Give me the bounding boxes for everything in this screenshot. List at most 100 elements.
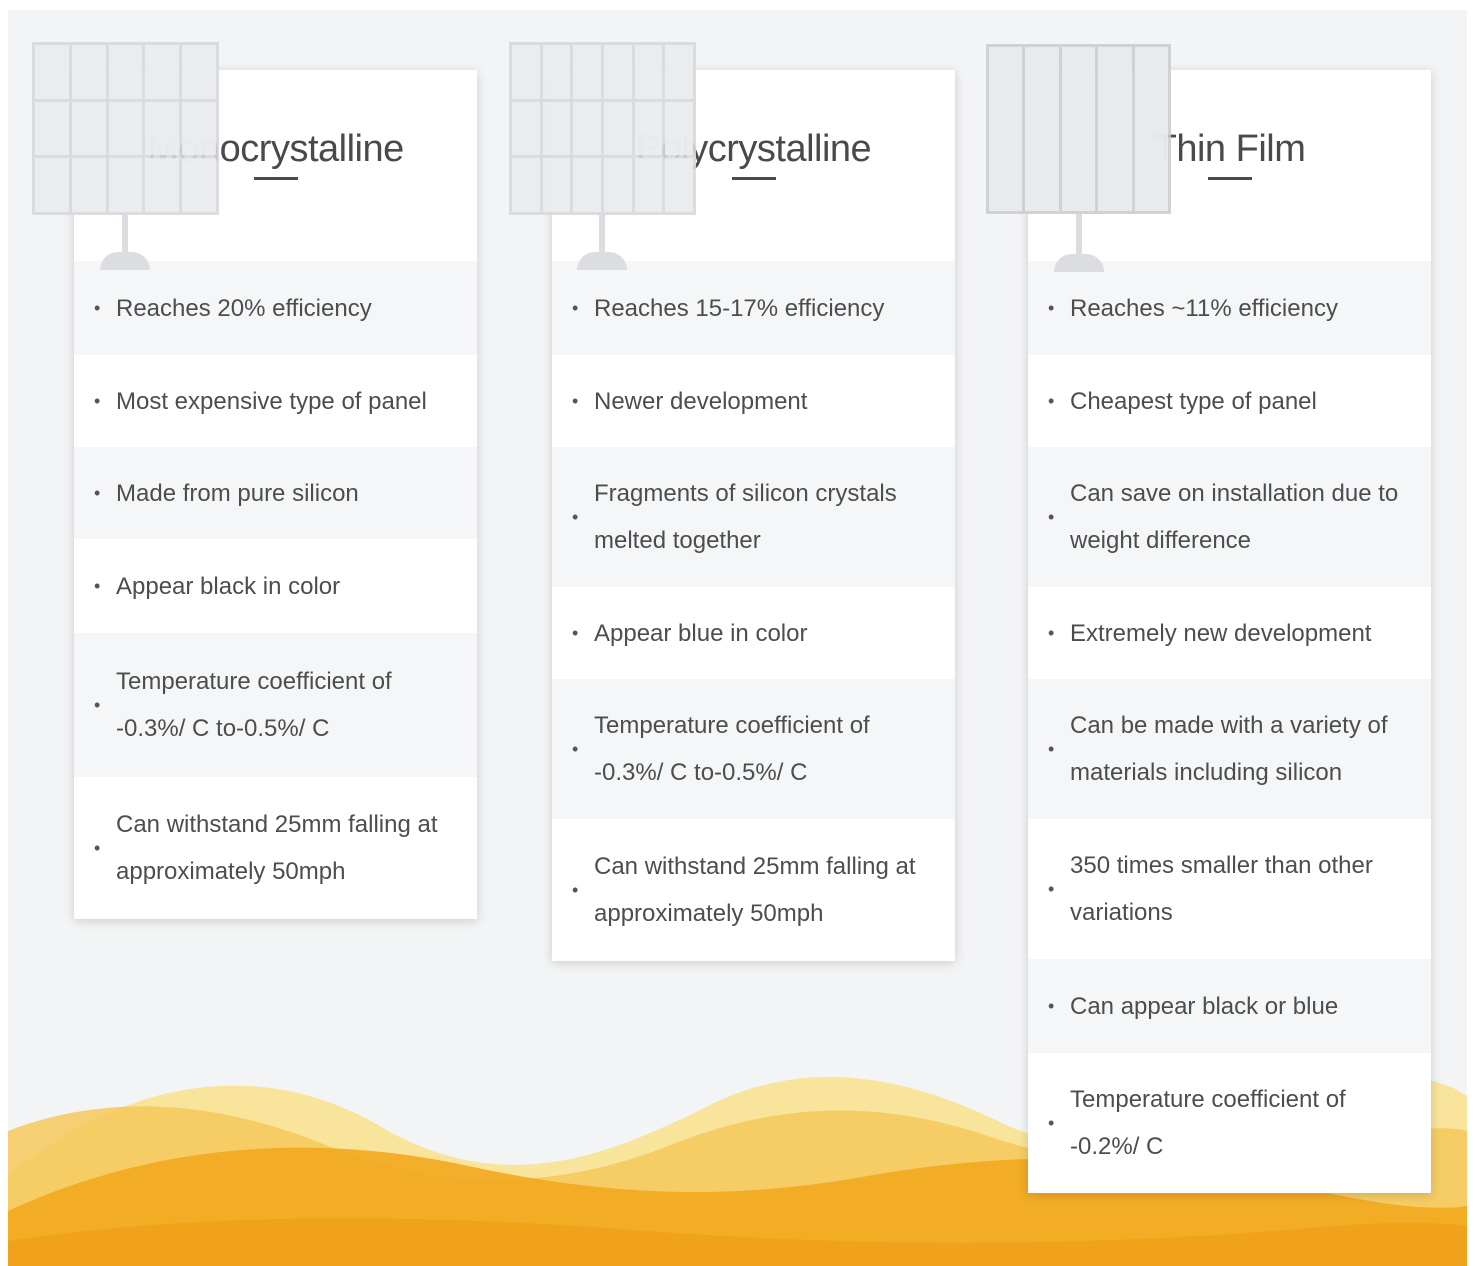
solar-cell — [145, 45, 180, 99]
feature-row: • Can appear black or blue — [1028, 959, 1431, 1053]
feature-text: Appear black in color — [116, 572, 341, 600]
solar-cell — [665, 45, 693, 99]
solar-strip-grid — [986, 44, 1171, 214]
feature-row: • Extremely new development — [1028, 587, 1431, 679]
feature-text: Can appear black or blue — [1070, 992, 1339, 1020]
bullet-icon: • — [94, 694, 101, 715]
solar-cell — [108, 101, 143, 156]
feature-row: • Cheapest type of panel — [1028, 355, 1431, 447]
solar-cell — [1061, 47, 1096, 211]
solar-cell — [1134, 47, 1168, 211]
bullet-icon: • — [1048, 995, 1055, 1016]
feature-row: • Can save on installation due to weight … — [1028, 447, 1431, 587]
bullet-icon: • — [1048, 506, 1055, 527]
solar-cell-grid — [32, 42, 219, 215]
bullet-icon: • — [94, 575, 101, 596]
feature-text: Can be made with a variety of materials … — [1070, 712, 1388, 786]
solar-cell — [35, 45, 69, 99]
bullet-icon: • — [94, 837, 101, 858]
solar-cell — [573, 158, 601, 212]
feature-row: • Appear blue in color — [552, 587, 955, 679]
feature-row: • Reaches ~11% efficiency — [1028, 261, 1431, 355]
feature-text: Appear blue in color — [594, 619, 808, 647]
panel-foot — [1054, 254, 1104, 272]
solar-cell — [145, 101, 180, 156]
solar-cell — [512, 45, 540, 99]
solar-cell — [634, 45, 663, 99]
feature-row: • Newer development — [552, 355, 955, 447]
bullet-icon: • — [572, 738, 579, 759]
bullet-icon: • — [94, 390, 101, 411]
title-underline — [253, 177, 298, 180]
solar-cell — [573, 45, 601, 99]
bullet-icon: • — [94, 482, 101, 503]
feature-text: Temperature coefficient of -0.2%/ C — [1070, 1086, 1346, 1160]
solar-cell — [542, 158, 571, 212]
feature-text: Reaches ~11% efficiency — [1070, 294, 1338, 322]
feature-row: • Can be made with a variety of materials… — [1028, 679, 1431, 819]
bullet-icon: • — [1048, 1112, 1055, 1133]
bullet-icon: • — [1048, 878, 1055, 899]
solar-cell — [512, 101, 540, 156]
feature-row: • Reaches 15-17% efficiency — [552, 261, 955, 355]
thin-film-card: Thin Film • Reaches ~11% efficiency • Cheap… — [1028, 70, 1431, 1193]
feature-text: 350 times smaller than other variations — [1070, 852, 1373, 926]
feature-list: • Reaches 20% efficiency • Most expensive t… — [74, 261, 477, 919]
solar-cell — [603, 45, 632, 99]
solar-cell — [1025, 47, 1059, 211]
feature-row: • Temperature coefficient of -0.3%/ C to-… — [74, 633, 477, 777]
solar-cell-grid — [509, 42, 696, 215]
solar-cell — [665, 101, 693, 156]
feature-row: • Temperature coefficient of -0.2%/ C — [1028, 1053, 1431, 1193]
solar-cell — [603, 101, 632, 156]
solar-cell — [35, 101, 69, 156]
feature-list: • Reaches 15-17% efficiency • Newer develop… — [552, 261, 955, 961]
panel-foot — [577, 252, 627, 270]
panel-foot — [100, 252, 150, 270]
bullet-icon: • — [572, 879, 579, 900]
feature-text: Most expensive type of panel — [116, 387, 427, 415]
feature-text: Temperature coefficient of -0.3%/ C to-0… — [116, 668, 392, 742]
feature-text: Fragments of silicon crystals melted tog… — [594, 480, 897, 554]
solar-cell — [542, 101, 571, 156]
feature-text: Can withstand 25mm falling at approximat… — [594, 853, 916, 927]
solar-cell — [512, 158, 540, 212]
solar-cell — [182, 45, 216, 99]
solar-cell — [665, 158, 693, 212]
solar-cell — [603, 158, 632, 212]
bullet-icon: • — [572, 390, 579, 411]
solar-cell — [71, 158, 106, 212]
infographic-canvas: Monocrystalline • Reaches 20% efficiency •… — [8, 10, 1467, 1266]
bullet-icon: • — [572, 297, 579, 318]
title-underline — [731, 177, 776, 180]
feature-row: • Temperature coefficient of -0.3%/ C to-… — [552, 679, 955, 819]
feature-row: • Appear black in color — [74, 539, 477, 633]
solar-cell — [145, 158, 180, 212]
feature-list: • Reaches ~11% efficiency • Cheapest type o… — [1028, 261, 1431, 1193]
bullet-icon: • — [572, 506, 579, 527]
feature-row: • Can withstand 25mm falling at approxima… — [552, 819, 955, 961]
feature-text: Extremely new development — [1070, 619, 1372, 647]
feature-text: Made from pure silicon — [116, 479, 359, 507]
feature-row: • Reaches 20% efficiency — [74, 261, 477, 355]
feature-row: • 350 times smaller than other variations — [1028, 819, 1431, 959]
solar-cell — [573, 101, 601, 156]
bullet-icon: • — [572, 622, 579, 643]
solar-cell — [71, 45, 106, 99]
solar-cell — [989, 47, 1023, 211]
feature-row: • Made from pure silicon — [74, 447, 477, 539]
solar-cell — [108, 45, 143, 99]
feature-text: Temperature coefficient of -0.3%/ C to-0… — [594, 712, 870, 786]
feature-row: • Can withstand 25mm falling at approxima… — [74, 777, 477, 919]
title-underline — [1207, 177, 1252, 180]
solar-cell — [1098, 47, 1132, 211]
solar-cell — [71, 101, 106, 156]
feature-text: Can withstand 25mm falling at approximat… — [116, 811, 438, 885]
feature-text: Can save on installation due to weight d… — [1070, 480, 1399, 554]
bullet-icon: • — [1048, 622, 1055, 643]
bullet-icon: • — [1048, 390, 1055, 411]
solar-cell — [35, 158, 69, 212]
solar-cell — [634, 158, 663, 212]
solar-cell — [182, 158, 216, 212]
solar-cell — [542, 45, 571, 99]
